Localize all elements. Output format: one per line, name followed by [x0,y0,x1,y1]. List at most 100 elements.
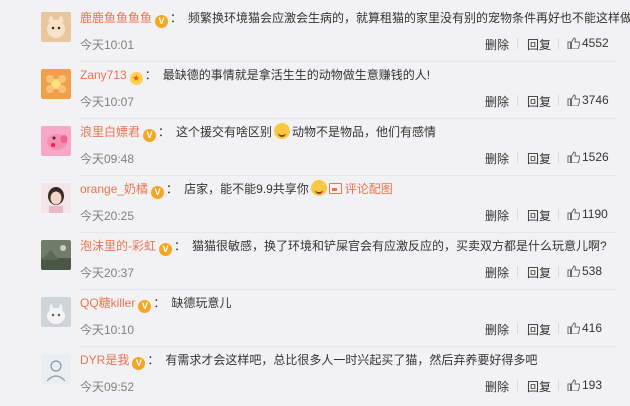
reply-button[interactable]: 回复 [527,150,551,167]
divider [558,209,559,220]
row-divider [80,118,616,119]
username[interactable]: DYR是我 [80,353,129,367]
comment-time: 今天20:25 [80,209,135,223]
comment-time: 今天09:52 [80,380,135,394]
comment-text: 店家，能不能9.9共享你 [184,182,309,196]
like-count: 3746 [582,93,609,107]
row-divider [80,289,616,290]
delete-button[interactable]: 删除 [485,150,509,167]
comment-text: 缺德玩意儿 [171,296,232,310]
comment-text: 动物不是物品，他们有感情 [292,125,437,139]
thumbs-up-icon [567,94,580,106]
thumbs-up-icon [567,322,580,334]
username[interactable]: 泡沫里的-彩虹 [80,239,156,253]
shy-emoji-icon [310,180,327,196]
delete-button[interactable]: 删除 [485,36,509,53]
username[interactable]: 浪里白嫖君 [80,125,140,139]
comment-text: 猫猫很敏感，换了环境和铲屎官会有应激反应的，买卖双方都是什么玩意儿啊? [192,239,607,253]
divider [517,323,518,334]
avatar[interactable] [41,126,71,156]
reply-button[interactable]: 回复 [527,321,551,338]
reply-button[interactable]: 回复 [527,207,551,224]
like-button[interactable]: 1526 [567,150,609,164]
reply-button[interactable]: 回复 [527,378,551,395]
delete-button[interactable]: 删除 [485,378,509,395]
like-count: 4552 [582,36,609,50]
delete-button[interactable]: 删除 [485,264,509,281]
vip-badge-icon: V [151,186,165,199]
row-divider [80,232,616,233]
vip-badge-icon: V [155,15,169,28]
avatar[interactable] [41,12,71,42]
like-count: 1526 [582,150,609,164]
image-icon [328,183,342,194]
thumbs-up-icon [567,379,580,391]
star-badge-icon: ★ [129,72,143,85]
divider [517,266,518,277]
like-button[interactable]: 4552 [567,36,609,50]
divider [517,152,518,163]
row-divider [80,175,616,176]
comment-time: 今天10:07 [80,95,135,109]
like-button[interactable]: 1190 [567,207,608,221]
divider [558,266,559,277]
like-button[interactable]: 416 [567,321,602,335]
vip-badge-icon: V [159,243,172,256]
comment-time: 今天10:10 [80,323,135,337]
thumbs-up-icon [567,208,580,220]
username[interactable]: orange_奶橘 [80,182,148,196]
comment-time: 今天09:48 [80,152,135,166]
like-count: 416 [582,321,603,335]
cat-face-icon [41,12,71,42]
like-button[interactable]: 193 [567,378,602,392]
comment-item: QQ糖killer V：缺德玩意儿 今天10:10 删除 回复 416 [0,291,630,349]
thumbs-up-icon [567,265,580,277]
landscape-icon [41,240,71,270]
delete-button[interactable]: 删除 [485,93,509,110]
reply-button[interactable]: 回复 [527,93,551,110]
cat-photo-icon [41,297,71,327]
divider [558,323,559,334]
reply-button[interactable]: 回复 [527,264,551,281]
username[interactable]: Zany713 [80,68,127,82]
divider [558,38,559,49]
avatar[interactable] [41,297,71,327]
avatar[interactable] [41,183,71,213]
comment-text: 频繁换环境猫会应激会生病的，就算租猫的家里没有别的宠物条件再好也不能这样做 [188,11,630,25]
like-count: 1190 [582,207,608,221]
avatar[interactable] [41,240,71,270]
thumbs-up-icon [567,151,580,163]
like-count: 193 [582,378,603,392]
comment-time: 今天20:37 [80,266,135,280]
like-button[interactable]: 3746 [567,93,609,107]
divider [558,152,559,163]
comment-item: Zany713 ★：最缺德的事情就是拿活生生的动物做生意赚钱的人! 今天10:07… [0,63,630,121]
vip-badge-icon: V [143,129,157,142]
avatar[interactable] [41,69,71,99]
sketch-icon [41,354,71,384]
comment-item: 泡沫里的-彩虹 V：猫猫很敏感，换了环境和铲屎官会有应激反应的，买卖双方都是什么玩… [0,234,630,292]
delete-button[interactable]: 删除 [485,207,509,224]
comment-text: 这个援交有啥区别 [176,125,273,139]
divider [517,380,518,391]
comment-item: 鹿鹿鱼鱼鱼鱼 V：频繁换环境猫会应激会生病的，就算租猫的家里没有别的宠物条件再好也… [0,6,630,64]
picture-link-label: 评论配图 [344,182,393,196]
like-button[interactable]: 538 [567,264,602,278]
comment-time: 今天10:01 [80,38,135,52]
vip-badge-icon: V [132,357,146,370]
vip-badge-icon: V [138,300,152,313]
laugh-emoji-icon [274,123,291,139]
comment-picture-link[interactable]: 评论配图 [328,182,393,196]
delete-button[interactable]: 删除 [485,321,509,338]
thumbs-up-icon [567,37,580,49]
divider [558,380,559,391]
reply-button[interactable]: 回复 [527,36,551,53]
username[interactable]: 鹿鹿鱼鱼鱼鱼 [80,11,152,25]
divider [558,95,559,106]
avatar[interactable] [41,354,71,384]
username[interactable]: QQ糖killer [80,296,135,310]
comment-item: DYR是我 V：有需求才会这样吧，总比很多人一时兴起买了猫，然后弃养要好得多吧 今… [0,348,630,406]
divider [517,95,518,106]
comment-item: orange_奶橘 V：店家，能不能9.9共享你 评论配图 今天20:25 删除 回… [0,177,630,235]
row-divider [80,61,616,62]
